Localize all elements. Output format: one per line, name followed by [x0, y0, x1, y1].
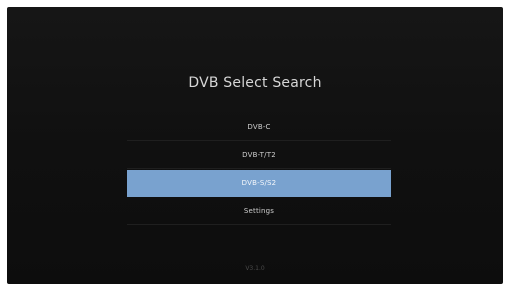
menu-item-dvb-t-t2[interactable]: DVB-T/T2 — [127, 142, 391, 169]
menu-item-label: DVB-C — [247, 123, 271, 131]
menu-item-dvb-s-s2[interactable]: DVB-S/S2 — [127, 170, 391, 197]
tv-screen: DVB Select Search DVB-C DVB-T/T2 DVB-S/S… — [7, 7, 503, 284]
menu-item-label: DVB-S/S2 — [241, 179, 277, 187]
page-title: DVB Select Search — [188, 75, 322, 91]
version-label: V3.1.0 — [245, 265, 265, 272]
menu-item-label: Settings — [243, 207, 275, 215]
menu-item-label: DVB-T/T2 — [242, 151, 276, 159]
menu-item-dvb-c[interactable]: DVB-C — [127, 114, 391, 141]
menu-item-settings[interactable]: Settings — [127, 198, 391, 225]
dvb-select-menu: DVB-C DVB-T/T2 DVB-S/S2 Settings — [127, 114, 391, 226]
